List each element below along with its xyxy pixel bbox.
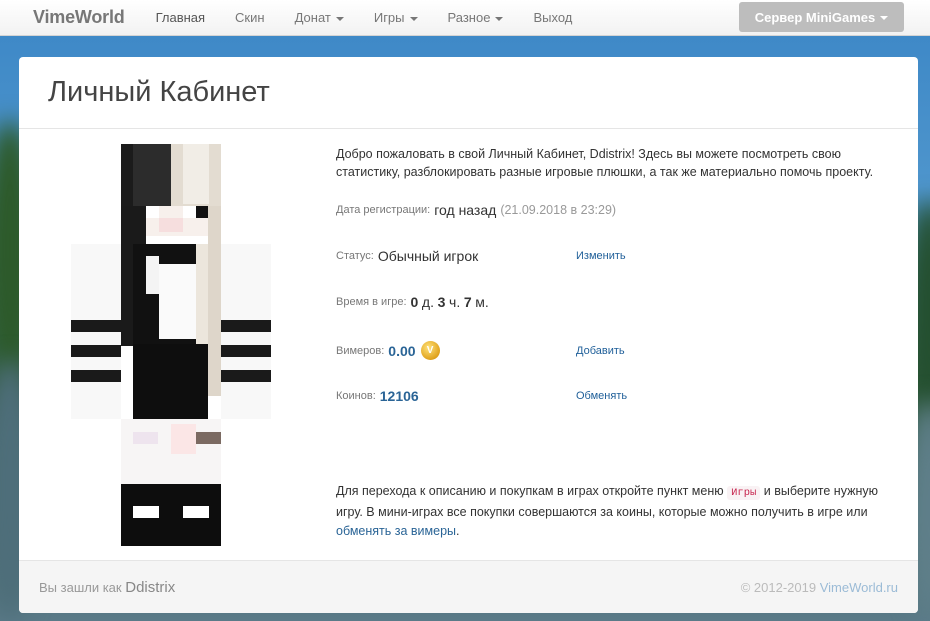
vimers-row: Вимеров: 0.00 V Добавить (336, 341, 636, 360)
logged-in-nick: Ddistrix (125, 578, 176, 596)
nav-donate[interactable]: Донат (280, 0, 359, 36)
server-button-label: Сервер MiniGames (754, 9, 876, 25)
nav-misc-label: Разное (447, 10, 491, 25)
playtime-days-unit: д. (421, 294, 434, 310)
nav-home-label: Главная (155, 10, 206, 25)
playtime-days: 0 (410, 294, 419, 310)
brand-logo[interactable]: VimeWorld (33, 7, 125, 28)
playtime-hours-unit: ч. (449, 294, 461, 310)
nav-logout[interactable]: Выход (518, 0, 587, 36)
vimers-label: Вимеров: (336, 344, 385, 357)
add-vimers-link[interactable]: Добавить (576, 345, 625, 357)
exchange-vimers-link[interactable]: обменять за вимеры (336, 524, 456, 538)
chevron-down-icon (880, 16, 889, 20)
registration-label: Дата регистрации: (336, 204, 431, 216)
playtime-minutes-unit: м. (475, 294, 489, 310)
games-info-part1: Для перехода к описанию и покупкам в игр… (336, 484, 724, 498)
nav-games-label: Игры (373, 10, 405, 25)
registration-date: (21.09.2018 в 23:29) (500, 203, 617, 217)
exchange-coins-link[interactable]: Обменять (576, 390, 627, 402)
status-row: Статус: Обычный игрок Изменить (336, 248, 636, 264)
playtime-hours: 3 (437, 294, 446, 310)
games-menu-code: Игры (727, 486, 761, 500)
nav-donate-label: Донат (294, 10, 331, 25)
panel-header: Личный Кабинет (19, 57, 918, 129)
games-info-text: Для перехода к описанию и покупкам в игр… (336, 482, 896, 541)
player-skin-preview (71, 144, 271, 546)
page-title: Личный Кабинет (48, 76, 270, 108)
nav-games[interactable]: Игры (359, 0, 433, 36)
playtime-row: Время в игре: 0 д. 3 ч. 7 м. (336, 294, 636, 310)
cabinet-panel: Личный Кабинет Добро пожаловать в свой Л… (19, 57, 918, 613)
logged-in-prefix: Вы зашли как (39, 579, 122, 595)
nav-logout-label: Выход (533, 10, 573, 25)
playtime-label: Время в игре: (336, 296, 407, 308)
vimer-coin-icon: V (420, 341, 440, 360)
registration-value: год назад (434, 202, 497, 218)
registration-row: Дата регистрации: год назад (21.09.2018 … (336, 202, 636, 218)
nav-home[interactable]: Главная (141, 0, 220, 36)
server-select-button[interactable]: Сервер MiniGames (739, 2, 904, 32)
coins-row: Коинов: 12106 Обменять (336, 388, 636, 404)
account-info: Добро пожаловать в свой Личный Кабинет, … (336, 145, 896, 538)
chevron-down-icon (409, 16, 418, 21)
nav-skin-label: Скин (235, 10, 265, 25)
playtime-minutes: 7 (463, 294, 472, 310)
panel-footer: Вы зашли как Ddistrix © 2012-2019 VimeWo… (19, 560, 918, 613)
coins-value: 12106 (379, 388, 419, 404)
chevron-down-icon (495, 16, 504, 21)
welcome-text: Добро пожаловать в свой Личный Кабинет, … (336, 147, 874, 179)
nav-skin[interactable]: Скин (220, 0, 280, 36)
vimers-value: 0.00 (388, 342, 416, 359)
logged-in-as: Вы зашли как Ddistrix (39, 579, 175, 596)
site-link[interactable]: VimeWorld.ru (820, 580, 898, 595)
games-info-end: . (456, 524, 460, 538)
chevron-down-icon (335, 16, 344, 21)
coins-label: Коинов: (336, 390, 376, 402)
status-value: Обычный игрок (377, 248, 479, 264)
copyright-years: © 2012-2019 (740, 579, 817, 595)
copyright: © 2012-2019 VimeWorld.ru (741, 580, 898, 595)
nav-misc[interactable]: Разное (433, 0, 519, 36)
top-navbar: VimeWorld Главная Скин Донат Игры Разное… (0, 0, 930, 36)
change-status-link[interactable]: Изменить (576, 250, 626, 262)
status-label: Статус: (336, 250, 374, 262)
